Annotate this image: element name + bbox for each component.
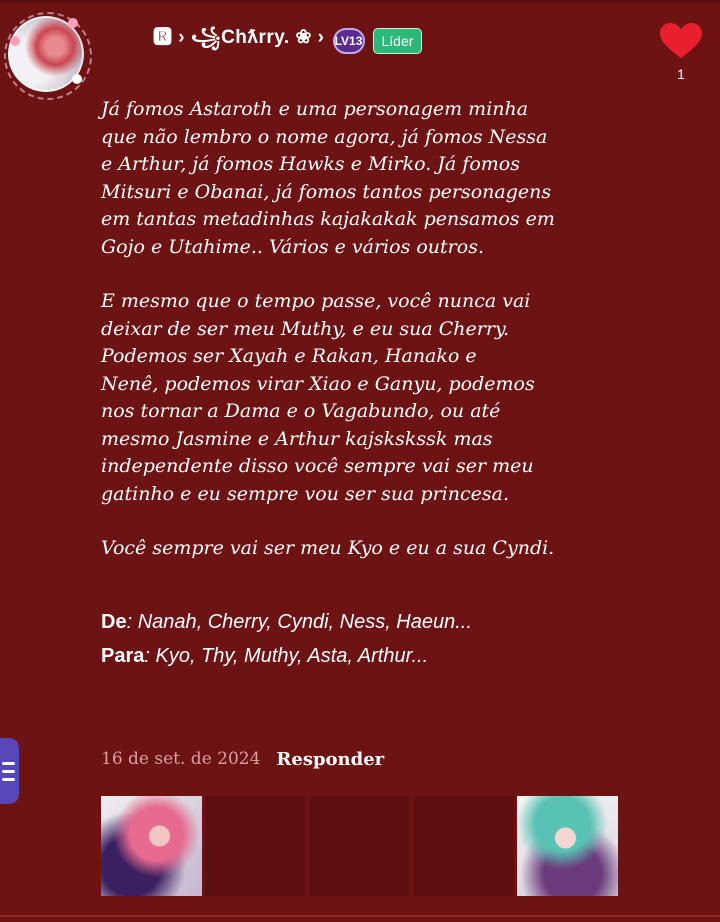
to-label: Para	[101, 645, 145, 667]
level-badge: LV13	[332, 28, 365, 54]
username[interactable]: 🆁 › ꧁Chƛrry. ❀ ›	[153, 22, 325, 61]
like-button[interactable]: 1	[656, 22, 706, 82]
comment-date: 16 de set. de 2024	[101, 749, 261, 769]
reply-button[interactable]: Responder	[276, 749, 384, 770]
comment-meta: 16 de set. de 2024 Responder	[101, 744, 384, 774]
image-gallery	[101, 796, 618, 896]
signature-to: Para: Kyo, Thy, Muthy, Asta, Arthur...	[101, 639, 472, 673]
from-value: : Nanah, Cherry, Cyndi, Ness, Haeun...	[126, 611, 472, 633]
comment-paragraph: Você sempre vai ser meu Kyo e eu a sua C…	[101, 537, 555, 559]
from-label: De	[101, 611, 127, 633]
side-menu-tab[interactable]	[0, 738, 19, 804]
gallery-image[interactable]	[101, 796, 202, 896]
hamburger-menu-icon	[2, 777, 15, 781]
like-count: 1	[677, 66, 685, 82]
gallery-empty-slot	[413, 796, 514, 896]
gallery-empty-slot	[309, 796, 410, 896]
signature-block: De: Nanah, Cherry, Cyndi, Ness, Haeun...…	[101, 605, 472, 673]
top-divider	[0, 0, 720, 3]
comment-paragraph: E mesmo que o tempo passe, você nunca va…	[101, 290, 535, 505]
comment-header: 🆁 › ꧁Chƛrry. ❀ › LV13 Líder	[153, 26, 423, 56]
to-value: : Kyo, Thy, Muthy, Asta, Arthur...	[144, 645, 429, 667]
heart-icon[interactable]	[659, 22, 703, 60]
avatar-flower-decoration	[10, 36, 20, 46]
role-badge: Líder	[372, 28, 423, 54]
avatar-flower-decoration	[68, 18, 78, 28]
avatar-flower-decoration	[72, 74, 82, 84]
hamburger-menu-icon	[2, 761, 15, 765]
avatar[interactable]	[4, 12, 92, 100]
signature-from: De: Nanah, Cherry, Cyndi, Ness, Haeun...	[101, 605, 472, 639]
comment-body: Já fomos Astaroth e uma personagem minha…	[101, 96, 661, 590]
gallery-empty-slot	[205, 796, 306, 896]
avatar-frame	[4, 12, 92, 100]
bottom-divider	[0, 915, 720, 917]
comment-paragraph: Já fomos Astaroth e uma personagem minha…	[101, 98, 555, 258]
gallery-image[interactable]	[517, 796, 618, 896]
hamburger-menu-icon	[2, 769, 15, 773]
